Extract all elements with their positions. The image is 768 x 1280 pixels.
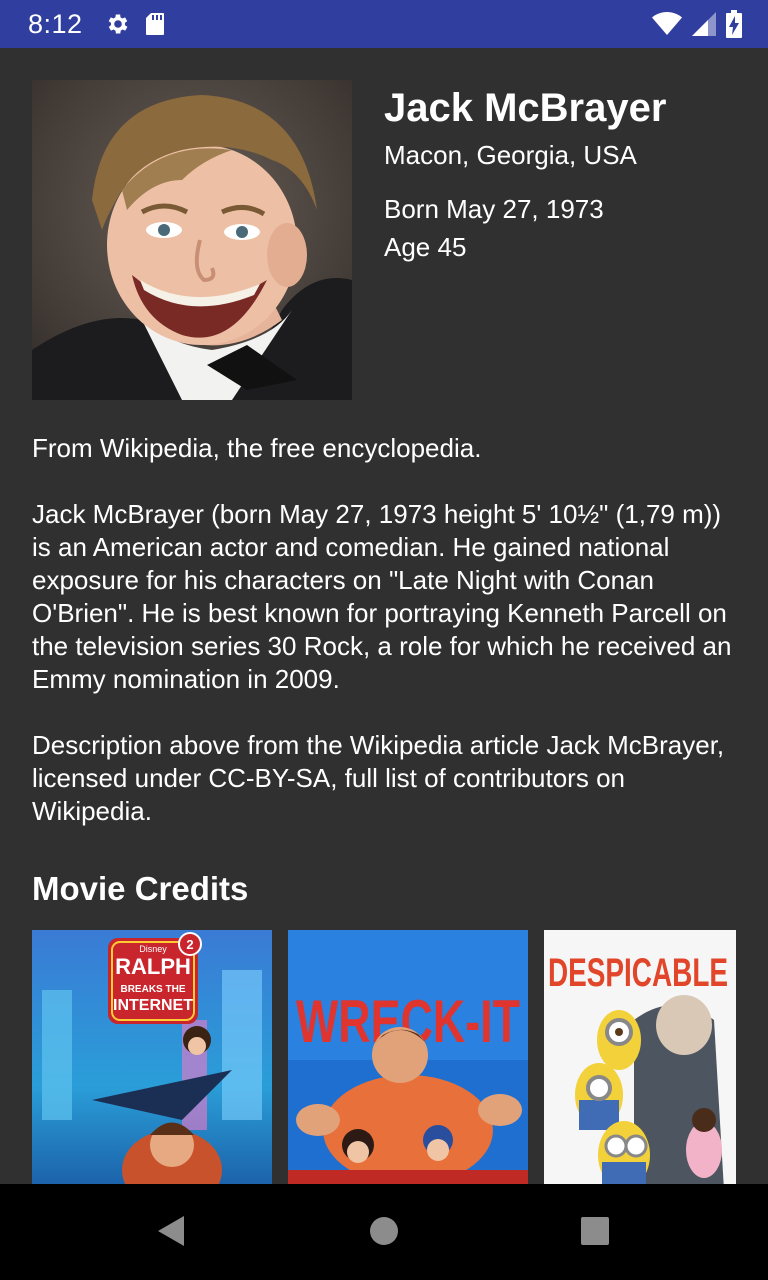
home-icon[interactable] xyxy=(369,1216,399,1246)
person-detail-content[interactable]: Jack McBrayer Macon, Georgia, USA Born M… xyxy=(0,48,768,1184)
navigation-bar xyxy=(0,1184,768,1280)
birthplace: Macon, Georgia, USA xyxy=(384,140,637,170)
svg-text:BREAKS THE: BREAKS THE xyxy=(120,984,185,995)
movie-poster-despicable-me[interactable]: DESPICABLE xyxy=(544,930,736,1184)
bio-license: Description above from the Wikipedia art… xyxy=(32,730,725,826)
wifi-icon xyxy=(652,12,682,35)
svg-text:Disney: Disney xyxy=(139,944,167,954)
svg-text:2: 2 xyxy=(186,937,193,952)
birth-date: Born May 27, 1973 xyxy=(384,194,604,224)
sd-card-icon xyxy=(145,13,164,35)
poster-3-logo: DESPICABLE xyxy=(548,951,728,995)
profile-photo xyxy=(32,80,352,400)
back-icon[interactable] xyxy=(156,1214,186,1248)
bio-description: Jack McBrayer (born May 27, 1973 height … xyxy=(32,499,732,694)
age: Age 45 xyxy=(384,232,467,262)
poster-1-logo: RALPH xyxy=(115,954,191,979)
movie-poster-ralph-breaks-the-internet[interactable]: RALPH BREAKS THE INTERNET Disney 2 xyxy=(32,930,272,1184)
movie-poster-wreck-it-ralph[interactable]: WRECK-IT xyxy=(288,930,528,1184)
person-name: Jack McBrayer xyxy=(384,86,667,130)
battery-icon xyxy=(726,10,742,38)
movie-credits-title: Movie Credits xyxy=(32,870,249,907)
biography: From Wikipedia, the free encyclopedia. J… xyxy=(32,432,736,861)
bio-source-line: From Wikipedia, the free encyclopedia. xyxy=(32,433,482,463)
movie-credits-list[interactable]: RALPH BREAKS THE INTERNET Disney 2 WRECK… xyxy=(32,930,768,1184)
recents-icon[interactable] xyxy=(580,1216,610,1246)
gear-icon xyxy=(108,14,127,34)
status-time: 8:12 xyxy=(28,8,83,39)
status-bar: 8:12 xyxy=(0,0,768,48)
svg-text:INTERNET: INTERNET xyxy=(113,997,193,1014)
signal-icon xyxy=(692,12,716,36)
